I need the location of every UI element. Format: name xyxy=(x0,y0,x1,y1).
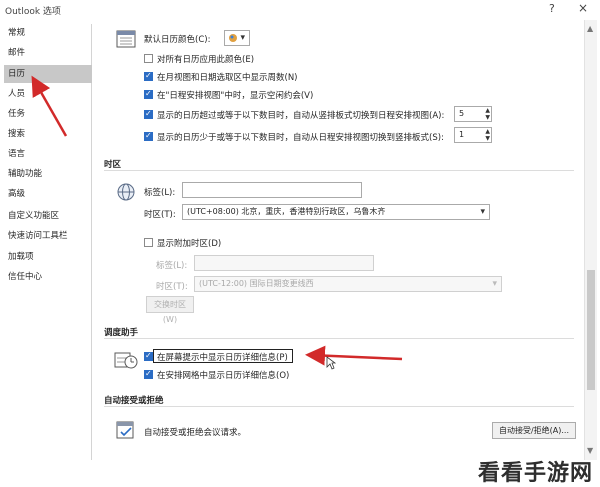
red-arrow-checkbox-icon xyxy=(305,345,403,366)
red-arrow-calendar-icon xyxy=(31,75,68,137)
watermark-text: 看看手游网 xyxy=(478,461,594,486)
annotation-arrows xyxy=(31,75,403,366)
mouse-cursor-icon xyxy=(326,356,336,370)
